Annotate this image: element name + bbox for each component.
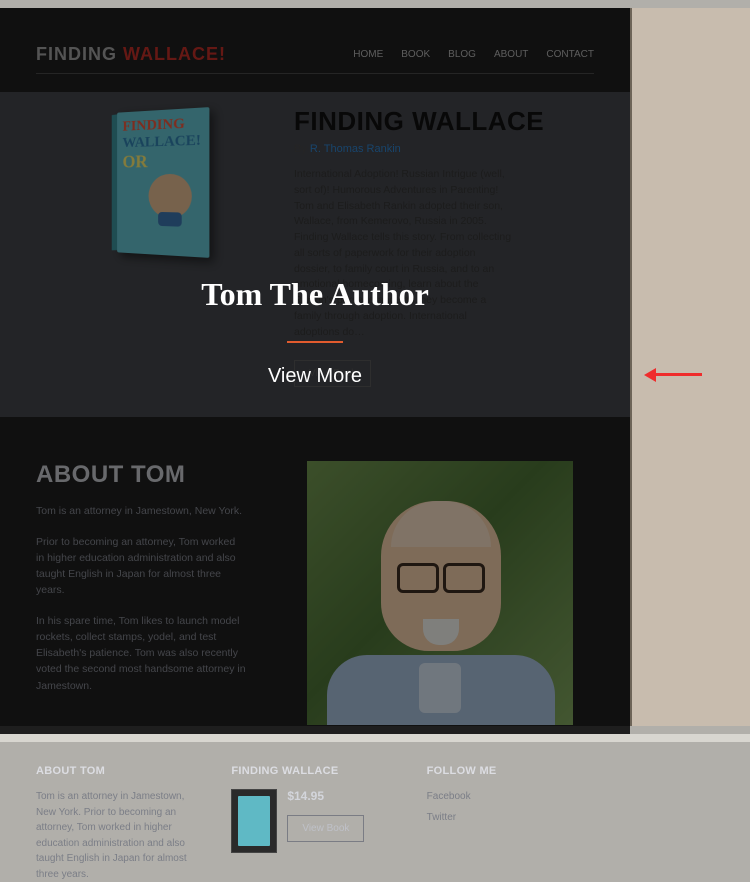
twitter-link[interactable]: Twitter bbox=[427, 810, 594, 826]
footer-about-heading: ABOUT TOM bbox=[36, 765, 203, 777]
footer-about-text: Tom is an attorney in Jamestown, New Yor… bbox=[36, 789, 203, 882]
hero-section: FINDING WALLACE! OR FINDING WALLACE By R… bbox=[0, 92, 630, 417]
logo-part2: WALLACE! bbox=[123, 44, 226, 64]
logo-part1: FINDING bbox=[36, 44, 117, 64]
glasses-icon bbox=[397, 563, 485, 587]
author-photo bbox=[307, 461, 573, 725]
hero-book-image: FINDING WALLACE! OR bbox=[36, 92, 286, 387]
header: FINDING WALLACE! HOME BOOK BLOG ABOUT CO… bbox=[36, 44, 594, 74]
view-book-button[interactable]: View Book bbox=[294, 360, 371, 387]
nav-blog[interactable]: BLOG bbox=[448, 49, 476, 60]
footer-book-heading: FINDING WALLACE bbox=[231, 765, 398, 777]
book-cover-line2: WALLACE! bbox=[122, 133, 203, 151]
background-strip bbox=[630, 8, 750, 726]
book-cover-line3: OR bbox=[122, 151, 203, 170]
annotation-arrow-icon bbox=[640, 368, 704, 380]
byline: By R. Thomas Rankin bbox=[294, 143, 594, 155]
about-title: ABOUT TOM bbox=[36, 461, 262, 489]
footer-price: $14.95 bbox=[287, 789, 364, 803]
facebook-link[interactable]: Facebook bbox=[427, 789, 594, 805]
bottom-strip bbox=[0, 734, 750, 742]
footer-view-book-button[interactable]: View Book bbox=[287, 815, 364, 842]
footer-book-thumb bbox=[231, 789, 277, 853]
footer: ABOUT TOM Tom is an attorney in Jamestow… bbox=[0, 753, 630, 882]
nav-contact[interactable]: CONTACT bbox=[546, 49, 594, 60]
nav-book[interactable]: BOOK bbox=[401, 49, 430, 60]
hero-title: FINDING WALLACE bbox=[294, 106, 594, 137]
main-nav: HOME BOOK BLOG ABOUT CONTACT bbox=[353, 49, 594, 60]
by-prefix: By bbox=[294, 143, 310, 155]
about-p3: In his spare time, Tom likes to launch m… bbox=[36, 613, 246, 694]
book-cover-line1: FINDING bbox=[122, 116, 203, 135]
about-p2: Prior to becoming an attorney, Tom worke… bbox=[36, 534, 246, 599]
author-link[interactable]: R. Thomas Rankin bbox=[310, 143, 401, 155]
about-section: ABOUT TOM Tom is an attorney in Jamestow… bbox=[0, 417, 630, 753]
about-p1: Tom is an attorney in Jamestown, New Yor… bbox=[36, 503, 246, 519]
hero-description: International Adoption! Russian Intrigue… bbox=[294, 167, 514, 340]
nav-about[interactable]: ABOUT bbox=[494, 49, 528, 60]
footer-follow-heading: FOLLOW ME bbox=[427, 765, 594, 777]
site-logo[interactable]: FINDING WALLACE! bbox=[36, 44, 226, 65]
book-cover-face-icon bbox=[148, 174, 191, 219]
book-cover: FINDING WALLACE! OR bbox=[117, 107, 209, 258]
site-page: FINDING WALLACE! HOME BOOK BLOG ABOUT CO… bbox=[0, 8, 630, 734]
nav-home[interactable]: HOME bbox=[353, 49, 383, 60]
